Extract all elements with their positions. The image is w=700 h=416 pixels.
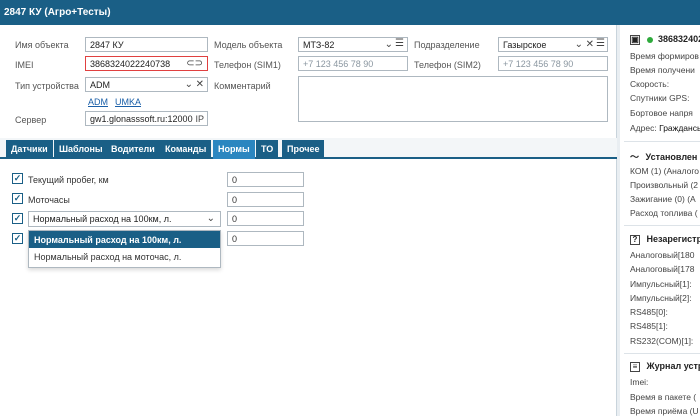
tab-drivers[interactable]: Водители: [106, 140, 160, 159]
mileage-label: Текущий пробег, км: [28, 175, 109, 185]
dropdown-option-per-100km[interactable]: Нормальный расход на 100км, л.: [29, 231, 220, 248]
divider: [624, 353, 700, 354]
device-type-value: ADM: [90, 80, 110, 90]
motohours-checkbox[interactable]: ✓: [12, 193, 23, 204]
model-label: Модель объекта: [214, 40, 283, 50]
sim2-label: Телефон (SIM2): [414, 60, 481, 70]
sensor-row: Расход топлива (: [630, 208, 698, 218]
device-type-select[interactable]: ADM ⌄ ✕: [85, 77, 208, 92]
tab-other[interactable]: Прочее: [282, 140, 325, 159]
journal-row: Время приёма (U: [630, 406, 699, 416]
consumption-checkbox[interactable]: ✓: [12, 213, 23, 224]
sensor-row: Произвольный (2: [630, 180, 699, 190]
status-row: Спутники GPS:: [630, 93, 690, 103]
input-row: Импульсный[2]:: [630, 293, 692, 303]
link-icon[interactable]: ⊂⊃: [186, 58, 203, 69]
tab-maintenance[interactable]: ТО: [256, 140, 279, 159]
motohours-label: Моточасы: [28, 195, 70, 205]
mileage-value[interactable]: 0: [227, 172, 304, 187]
name-input[interactable]: 2847 КУ: [85, 37, 208, 52]
name-label: Имя объекта: [15, 40, 69, 50]
tab-bar: Датчики Шаблоны Водители Команды Нормы Т…: [0, 138, 617, 159]
installed-header: 〜 Установлен: [630, 150, 697, 163]
unregistered-header: ? Незарегистр: [630, 234, 700, 245]
server-label: Сервер: [15, 115, 47, 125]
consumption-dropdown: Нормальный расход на 100км, л. Нормальны…: [28, 230, 221, 268]
sim1-label: Телефон (SIM1): [214, 60, 281, 70]
chevron-down-icon[interactable]: ⌄: [207, 213, 215, 224]
tab-commands[interactable]: Команды: [160, 140, 212, 159]
menu-icon[interactable]: ☰: [395, 38, 404, 49]
input-row: Аналоговый[178: [630, 264, 695, 274]
consumption2-checkbox[interactable]: ✓: [12, 233, 23, 244]
imei-label: IMEI: [15, 60, 34, 70]
menu-icon[interactable]: ☰: [596, 38, 605, 49]
list-icon: ≡: [630, 361, 640, 372]
status-row: Время формиров: [630, 51, 699, 61]
tab-sensors[interactable]: Датчики: [6, 140, 53, 159]
consumption2-value[interactable]: 0: [227, 231, 304, 246]
imei-input[interactable]: 3868324022240738 ⊂⊃: [85, 56, 208, 71]
journal-row: Imei:: [630, 377, 649, 387]
status-row: Время получени: [630, 65, 695, 75]
divider: [624, 141, 700, 142]
server-value: gw1.glonasssoft.ru:12000: [90, 114, 193, 124]
object-editor: Имя объекта 2847 КУ IMEI 386832402224073…: [0, 25, 617, 416]
address-value: Граждансь: [659, 123, 700, 133]
input-row: Аналоговый[180: [630, 250, 695, 260]
input-row: RS485[0]:: [630, 307, 668, 317]
device-icon: ▣: [630, 34, 640, 45]
model-value: МТЗ-82: [303, 40, 335, 50]
address-label: Адрес:: [630, 123, 657, 133]
comment-label: Комментарий: [214, 81, 271, 91]
motohours-value[interactable]: 0: [227, 192, 304, 207]
clear-icon[interactable]: ✕: [196, 79, 204, 90]
chevron-down-icon[interactable]: ⌄: [185, 79, 193, 90]
device-title: 38683240224: [658, 34, 700, 44]
sim2-input[interactable]: +7 123 456 78 90: [498, 56, 608, 71]
chevron-down-icon[interactable]: ⌄: [385, 39, 393, 50]
tab-templates[interactable]: Шаблоны: [54, 140, 108, 159]
model-select[interactable]: МТЗ-82 ⌄ ☰: [298, 37, 408, 52]
question-icon: ?: [630, 234, 640, 245]
consumption-value[interactable]: 0: [227, 211, 304, 226]
consumption-select[interactable]: Нормальный расход на 100км, л. ⌄: [28, 211, 221, 227]
sim1-input[interactable]: +7 123 456 78 90: [298, 56, 408, 71]
umka-link[interactable]: UMKA: [115, 97, 141, 107]
tab-norms[interactable]: Нормы: [213, 140, 255, 159]
server-input[interactable]: gw1.glonasssoft.ru:12000 IP: [85, 111, 208, 126]
activity-icon: 〜: [630, 152, 640, 162]
device-type-label: Тип устройства: [15, 81, 79, 91]
divider: [624, 225, 700, 226]
input-row: RS485[1]:: [630, 321, 668, 331]
window-title: 2847 КУ (Агро+Тесты): [0, 0, 700, 25]
input-row: Импульсный[1]:: [630, 279, 692, 289]
clear-icon[interactable]: ✕: [586, 39, 594, 50]
division-value: Газырское: [503, 40, 547, 50]
online-status-icon: [646, 36, 653, 43]
unregistered-title: Незарегистр: [646, 234, 700, 244]
device-info-header: ▣ 38683240224: [630, 34, 700, 45]
status-row: Бортовое напря: [630, 108, 693, 118]
installed-title: Установлен: [645, 152, 698, 162]
sensor-row: КОМ (1) (Аналого: [630, 166, 700, 176]
adm-link[interactable]: ADM: [88, 97, 108, 107]
comment-textarea[interactable]: [298, 76, 608, 122]
journal-title: Журнал устр: [646, 361, 700, 371]
status-row: Скорость:: [630, 79, 670, 89]
division-label: Подразделение: [414, 40, 480, 50]
device-info-panel: ▣ 38683240224 Время формиров Время получ…: [620, 25, 700, 416]
sensor-row: Зажигание (0) (А: [630, 194, 696, 204]
dropdown-option-per-motohour[interactable]: Нормальный расход на моточас, л.: [29, 248, 220, 265]
address-row: Адрес: Граждансь: [630, 123, 700, 133]
division-select[interactable]: Газырское ⌄ ✕ ☰: [498, 37, 608, 52]
journal-header: ≡ Журнал устр: [630, 361, 700, 372]
journal-row: Время в пакете (: [630, 392, 697, 402]
input-row: RS232(COM)[1]:: [630, 336, 694, 346]
consumption-select-value: Нормальный расход на 100км, л.: [33, 214, 172, 224]
server-ip-suffix: IP: [195, 114, 204, 124]
chevron-down-icon[interactable]: ⌄: [575, 39, 583, 50]
mileage-checkbox[interactable]: ✓: [12, 173, 23, 184]
imei-value: 3868324022240738: [90, 59, 171, 69]
